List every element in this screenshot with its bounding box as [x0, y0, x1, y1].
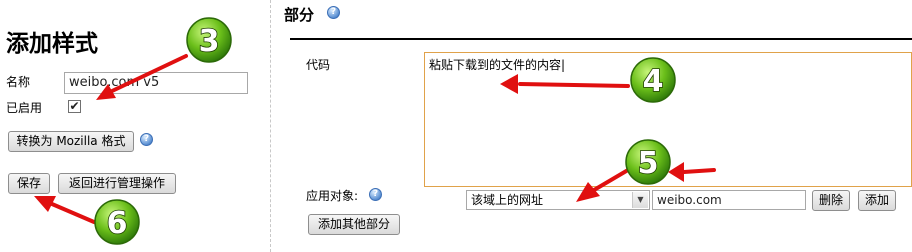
section-title: 部分 [284, 6, 315, 24]
name-field[interactable]: weibo.com v5 [64, 72, 248, 94]
back-to-manage-button[interactable]: 返回进行管理操作 [58, 173, 176, 194]
delete-button[interactable]: 删除 [812, 190, 850, 211]
style-editor-sidebar: 添加样式 名称 weibo.com v5 已启用 ✔ 转换为 Mozilla 格… [0, 0, 268, 252]
help-icon[interactable]: ? [327, 6, 340, 19]
code-textarea[interactable]: 粘贴下载到的文件的内容| [424, 52, 912, 187]
enabled-label: 已启用 [6, 101, 43, 115]
panel-divider [270, 0, 271, 252]
name-label: 名称 [6, 75, 31, 89]
apply-to-select[interactable]: 该域上的网址 ▼ [466, 190, 650, 210]
add-button[interactable]: 添加 [858, 190, 896, 211]
save-button[interactable]: 保存 [8, 173, 50, 194]
convert-mozilla-button[interactable]: 转换为 Mozilla 格式 [8, 131, 134, 152]
code-label: 代码 [306, 58, 331, 72]
help-icon[interactable]: ? [140, 133, 153, 146]
add-section-button[interactable]: 添加其他部分 [308, 214, 400, 235]
apply-to-label: 应用对象: [306, 189, 359, 203]
sections-panel: 部分 ? 代码 粘贴下载到的文件的内容| 应用对象: ? 该域上的网址 ▼ we… [272, 0, 912, 252]
enabled-checkbox[interactable]: ✔ [68, 100, 81, 113]
help-icon[interactable]: ? [369, 188, 382, 201]
apply-value-field[interactable]: weibo.com [652, 190, 806, 210]
chevron-down-icon[interactable]: ▼ [632, 192, 648, 208]
page-title: 添加样式 [6, 30, 98, 57]
apply-to-select-value: 该域上的网址 [471, 193, 544, 207]
section-divider [290, 38, 912, 40]
